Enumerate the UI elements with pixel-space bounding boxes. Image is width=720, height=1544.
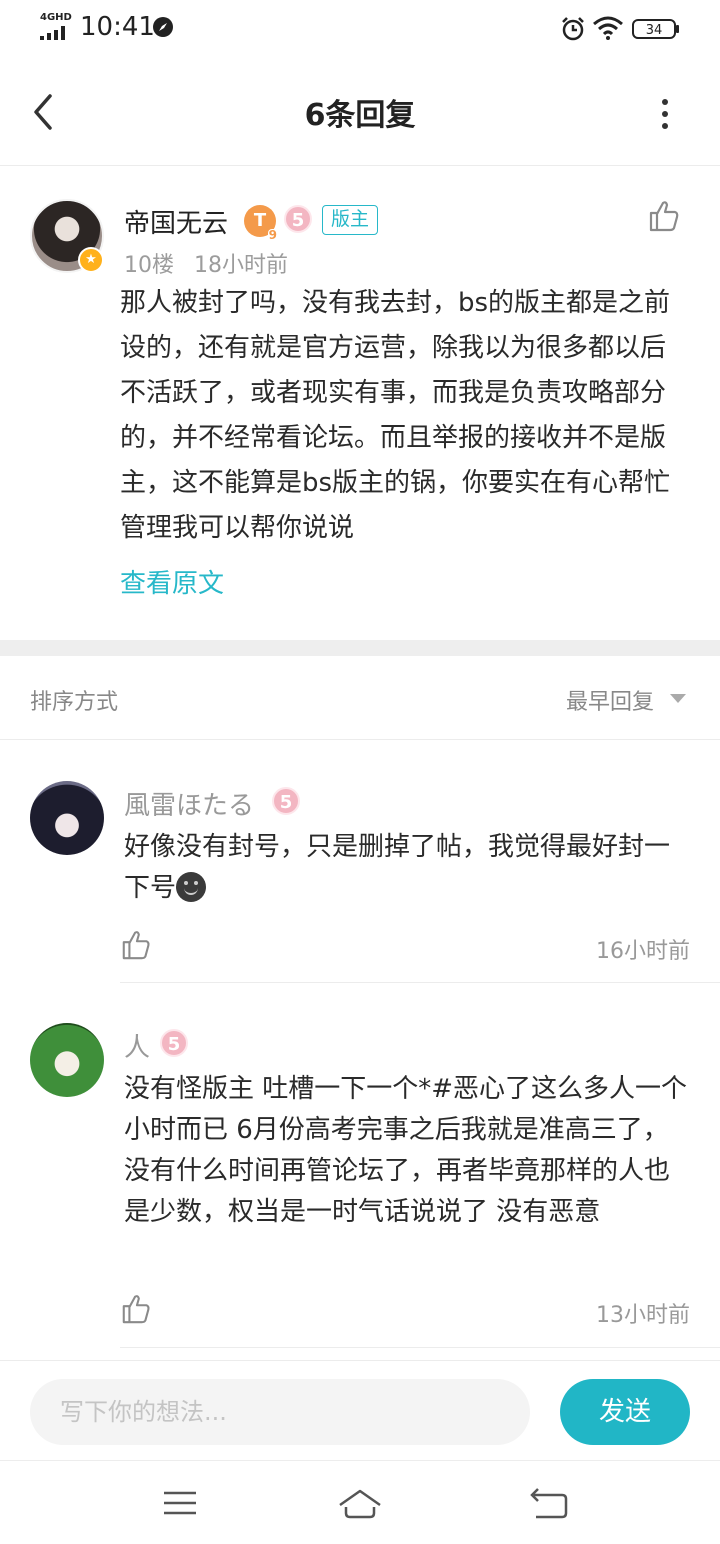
- top-nav: 6条回复: [0, 56, 720, 166]
- thumbs-up-icon[interactable]: [120, 929, 152, 961]
- page-title: 6条回复: [304, 98, 416, 133]
- moderator-badge: 版主: [322, 205, 379, 235]
- post-author-name[interactable]: 帝国无云: [124, 203, 228, 240]
- caret-down-icon[interactable]: [670, 694, 686, 704]
- sort-label: 排序方式: [30, 690, 119, 715]
- level-badge: T9: [244, 205, 278, 241]
- more-vertical-icon[interactable]: [650, 94, 680, 134]
- sort-dropdown[interactable]: 最早回复: [566, 684, 654, 716]
- post-meta: 10楼 18小时前: [124, 247, 288, 279]
- main-post: ★ 帝国无云 T9 5 版主 10楼 18小时前 那人被封了吗，没有我去封，bs的…: [0, 167, 720, 640]
- status-time: 10:41: [80, 12, 155, 42]
- home-icon[interactable]: [336, 1483, 384, 1523]
- reply-content: 没有怪版主 吐槽一下一个*#恶心了这么多人一个小时而已 6月份高考完事之后我就是…: [124, 1074, 688, 1227]
- smile-emoji: [176, 872, 207, 902]
- comment-composer: 发送: [0, 1360, 720, 1460]
- network-indicator: 4GHD: [40, 12, 72, 23]
- reply-author-name[interactable]: 人: [124, 1027, 150, 1064]
- wifi-icon: [593, 16, 623, 40]
- rank-badge: 5: [160, 1029, 188, 1057]
- sort-bar: 排序方式 最早回复: [0, 656, 720, 740]
- avatar[interactable]: [30, 781, 104, 855]
- thumbs-up-icon[interactable]: [648, 199, 680, 233]
- alarm-icon: [562, 17, 584, 41]
- reply-time: 13小时前: [596, 1303, 690, 1328]
- reply-item: 風雷ほたる 5 好像没有封号，只是删掉了帖，我觉得最好封一下号 16小时前: [0, 741, 720, 983]
- section-divider: [0, 640, 720, 656]
- compass-icon: [153, 17, 173, 37]
- signal-icon: [40, 26, 65, 40]
- battery-icon: 34: [632, 19, 679, 39]
- reply-time: 16小时前: [596, 939, 690, 964]
- reply-author-name[interactable]: 風雷ほたる: [124, 785, 254, 822]
- post-time: 18小时前: [194, 253, 288, 278]
- view-original-link[interactable]: 查看原文: [120, 563, 224, 600]
- status-bar: 4GHD 10:41 34: [0, 0, 720, 56]
- reply-text: 好像没有封号，只是删掉了帖，我觉得最好封一下号: [124, 832, 671, 903]
- post-content: 那人被封了吗，没有我去封，bs的版主都是之前设的，还有就是官方运营，除我以为很多…: [120, 288, 671, 543]
- thumbs-up-icon[interactable]: [120, 1293, 152, 1325]
- send-button[interactable]: 发送: [560, 1379, 690, 1445]
- reply-divider: [120, 1347, 720, 1348]
- level-letter: T: [253, 210, 267, 231]
- system-nav-bar: [0, 1460, 720, 1544]
- reply-item: 人 5 没有怪版主 吐槽一下一个*#恶心了这么多人一个小时而已 6月份高考完事之…: [0, 983, 720, 1349]
- return-icon[interactable]: [524, 1483, 572, 1523]
- menu-icon[interactable]: [156, 1483, 204, 1523]
- level-number: 9: [267, 228, 278, 242]
- rank-badge: 5: [272, 787, 300, 815]
- reply-content: 好像没有封号，只是删掉了帖，我觉得最好封一下号: [124, 827, 690, 909]
- floor-number: 10楼: [124, 253, 174, 278]
- comment-input[interactable]: [30, 1379, 530, 1445]
- avatar[interactable]: [30, 1023, 104, 1097]
- rank-badge: 5: [284, 205, 312, 233]
- battery-level: 34: [646, 23, 663, 38]
- star-icon: ★: [78, 247, 104, 273]
